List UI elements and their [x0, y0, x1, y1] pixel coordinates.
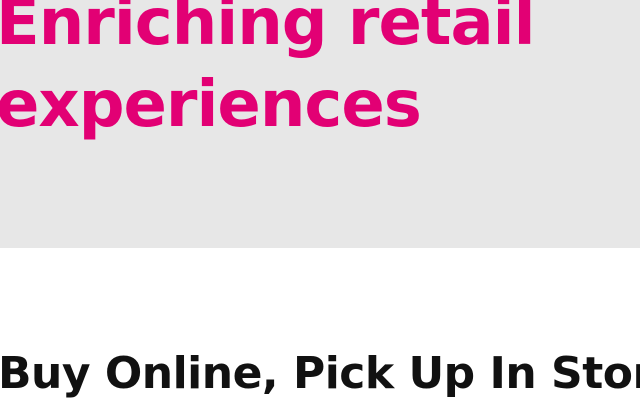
hero-title-line-1: Enriching retail: [0, 0, 535, 60]
hero-banner: Enriching retail experiences: [0, 0, 640, 248]
page: Enriching retail experiences Buy Online,…: [0, 0, 640, 413]
hero-title-line-2: experiences: [0, 68, 422, 142]
section-heading: Buy Online, Pick Up In Stor: [0, 348, 640, 399]
hero-title: Enriching retail experiences: [0, 0, 535, 146]
